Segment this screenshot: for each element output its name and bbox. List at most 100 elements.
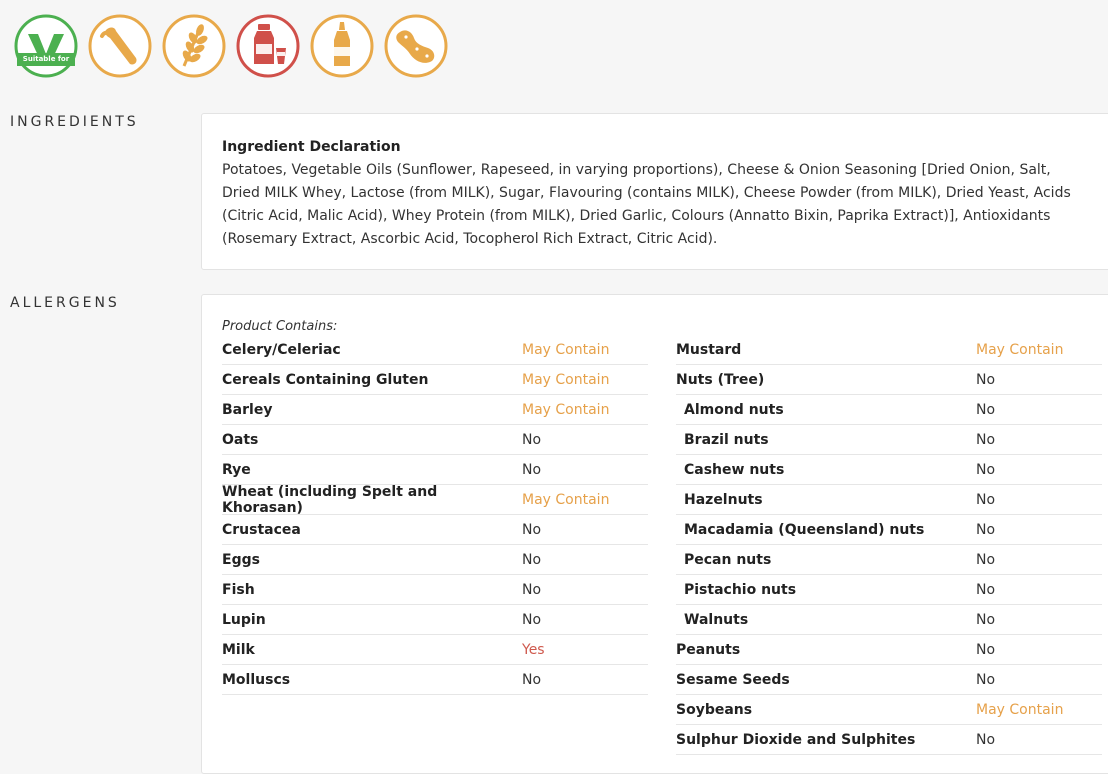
allergen-row: Barley May Contain xyxy=(222,395,648,425)
allergen-status: No xyxy=(522,461,542,478)
allergen-name: Eggs xyxy=(222,551,260,568)
allergen-column-left: Celery/Celeriac May Contain Cereals Contai… xyxy=(222,335,648,695)
allergens-section-label: ALLERGENS xyxy=(10,295,120,311)
milk-bottle-icon xyxy=(236,14,300,78)
allergen-row: Cashew nuts No xyxy=(676,455,1102,485)
allergen-row: Peanuts No xyxy=(676,635,1102,665)
soy-badge xyxy=(384,14,448,78)
allergen-status: No xyxy=(976,641,996,658)
allergen-status: May Contain xyxy=(976,701,1064,718)
allergen-name: Crustacea xyxy=(222,521,301,538)
allergen-name: Macadamia (Queensland) nuts xyxy=(684,521,925,538)
allergen-status: No xyxy=(976,371,996,388)
allergen-status: May Contain xyxy=(522,341,610,358)
ingredients-panel: Ingredient Declaration Potatoes, Vegetab… xyxy=(201,113,1108,270)
allergen-status: No xyxy=(976,611,996,628)
allergen-name: Mustard xyxy=(676,341,742,358)
allergen-row: Macadamia (Queensland) nuts No xyxy=(676,515,1102,545)
allergen-column-right: Mustard May Contain Nuts (Tree) No Almond nu… xyxy=(676,335,1102,755)
allergen-status: No xyxy=(976,521,996,538)
vegetarian-badge: Suitable for xyxy=(14,14,78,78)
allergen-status: No xyxy=(976,491,996,508)
allergen-row: Milk Yes xyxy=(222,635,648,665)
allergen-row: Sesame Seeds No xyxy=(676,665,1102,695)
allergen-status: May Contain xyxy=(522,401,610,418)
allergen-name: Pistachio nuts xyxy=(684,581,797,598)
wheat-icon xyxy=(162,14,226,78)
allergen-row: Pistachio nuts No xyxy=(676,575,1102,605)
allergen-row: Almond nuts No xyxy=(676,395,1102,425)
allergen-row: Eggs No xyxy=(222,545,648,575)
allergen-name: Wheat (including Spelt and Khorasan) xyxy=(222,483,438,516)
allergen-name: Cashew nuts xyxy=(684,461,785,478)
allergen-row: Pecan nuts No xyxy=(676,545,1102,575)
milk-badge xyxy=(236,14,300,78)
allergen-status: No xyxy=(522,551,542,568)
allergen-name: Fish xyxy=(222,581,255,598)
allergen-status: No xyxy=(522,581,542,598)
allergen-name: Hazelnuts xyxy=(684,491,763,508)
cereal-badge xyxy=(162,14,226,78)
allergen-name: Milk xyxy=(222,641,255,658)
allergen-name: Barley xyxy=(222,401,273,418)
allergen-name: Pecan nuts xyxy=(684,551,772,568)
allergen-row: Sulphur Dioxide and Sulphites No xyxy=(676,725,1102,755)
allergen-row: Soybeans May Contain xyxy=(676,695,1102,725)
celery-icon xyxy=(88,14,152,78)
ingredient-declaration-text: Potatoes, Vegetable Oils (Sunflower, Rap… xyxy=(222,162,1071,247)
allergen-name: Sulphur Dioxide and Sulphites xyxy=(676,731,916,748)
allergen-status: May Contain xyxy=(976,341,1064,358)
allergen-status: No xyxy=(522,611,542,628)
allergen-status: May Contain xyxy=(522,491,610,508)
allergens-panel: Product Contains: Celery/Celeriac May Con… xyxy=(201,294,1108,774)
allergen-row: Wheat (including Spelt and Khorasan) May … xyxy=(222,483,648,516)
allergen-status: No xyxy=(522,521,542,538)
allergen-name: Walnuts xyxy=(684,611,749,628)
allergen-row: Molluscs No xyxy=(222,665,648,695)
allergen-status: No xyxy=(976,731,996,748)
allergen-name: Sesame Seeds xyxy=(676,671,790,688)
allergen-name: Celery/Celeriac xyxy=(222,341,341,358)
soybean-icon xyxy=(384,14,448,78)
allergen-name: Cereals Containing Gluten xyxy=(222,371,429,388)
allergen-name: Almond nuts xyxy=(684,401,784,418)
dietary-badges: Suitable for xyxy=(14,14,448,78)
allergen-status: Yes xyxy=(522,641,545,658)
allergen-status: No xyxy=(976,461,996,478)
allergen-name: Nuts (Tree) xyxy=(676,371,765,388)
allergen-status: No xyxy=(976,671,996,688)
allergen-status: No xyxy=(522,671,542,688)
mustard-bottle-icon xyxy=(310,14,374,78)
product-contains-label: Product Contains: xyxy=(222,319,338,334)
allergen-name: Oats xyxy=(222,431,259,448)
allergen-row: Brazil nuts No xyxy=(676,425,1102,455)
allergen-status: No xyxy=(976,581,996,598)
allergen-row: Lupin No xyxy=(222,605,648,635)
allergen-row: Mustard May Contain xyxy=(676,335,1102,365)
mustard-badge xyxy=(310,14,374,78)
allergen-row: Crustacea No xyxy=(222,515,648,545)
allergen-row: Oats No xyxy=(222,425,648,455)
allergen-name: Soybeans xyxy=(676,701,753,718)
ingredient-declaration-title: Ingredient Declaration xyxy=(222,139,401,155)
ingredients-section-label: INGREDIENTS xyxy=(10,114,139,130)
allergen-row: Fish No xyxy=(222,575,648,605)
allergen-status: No xyxy=(976,401,996,418)
allergen-row: Celery/Celeriac May Contain xyxy=(222,335,648,365)
celery-badge xyxy=(88,14,152,78)
allergen-status: No xyxy=(976,551,996,568)
allergen-row: Hazelnuts No xyxy=(676,485,1102,515)
allergen-name: Peanuts xyxy=(676,641,741,658)
allergen-status: No xyxy=(522,431,542,448)
allergen-row: Walnuts No xyxy=(676,605,1102,635)
allergen-status: May Contain xyxy=(522,371,610,388)
allergen-name: Rye xyxy=(222,461,251,478)
allergen-name: Brazil nuts xyxy=(684,431,769,448)
allergen-row: Cereals Containing Gluten May Contain xyxy=(222,365,648,395)
vegetarian-badge-label: Suitable for xyxy=(22,55,70,63)
vegetarian-icon xyxy=(14,14,78,78)
allergen-row: Nuts (Tree) No xyxy=(676,365,1102,395)
allergen-name: Molluscs xyxy=(222,671,291,688)
allergen-row: Rye No xyxy=(222,455,648,485)
allergen-name: Lupin xyxy=(222,611,266,628)
